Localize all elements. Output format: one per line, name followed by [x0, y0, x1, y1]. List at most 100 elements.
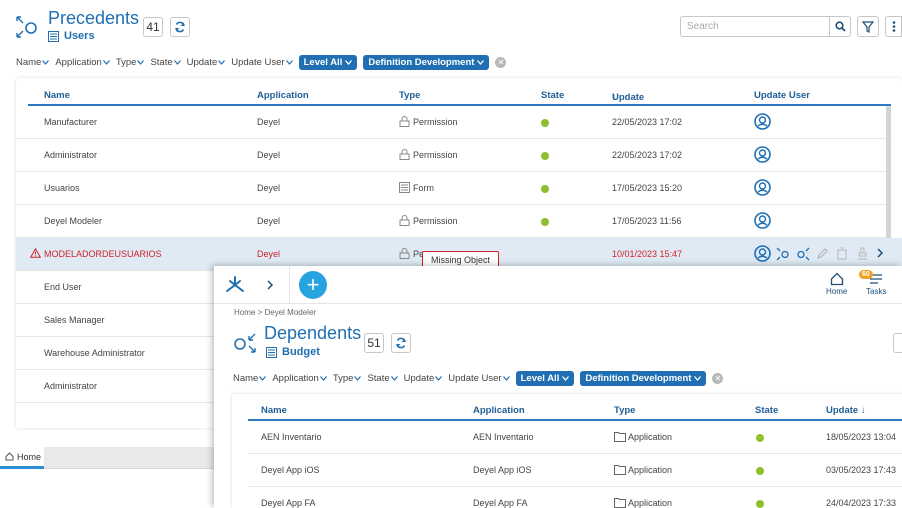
chip-definition[interactable]: Definition Development [363, 55, 490, 70]
row-update: 18/05/2023 13:04 [826, 432, 897, 442]
table-header: Name Application Type State Update ↓ Upd… [28, 88, 891, 106]
table-row[interactable]: AEN Inventario AEN Inventario Applicatio… [248, 421, 902, 454]
nav-home[interactable]: Home [826, 272, 847, 296]
filter-application[interactable]: Application [55, 57, 110, 68]
filter-update-user[interactable]: Update User [231, 57, 293, 68]
filter-update-user[interactable]: Update User [448, 373, 510, 384]
filter-type[interactable]: Type [116, 57, 145, 68]
delete-icon[interactable] [836, 247, 848, 262]
row-update: 22/05/2023 17:02 [612, 150, 683, 160]
form-icon [48, 30, 59, 42]
filter-name[interactable]: Name [233, 373, 267, 384]
breadcrumb-separator: > [257, 308, 263, 317]
export-icon[interactable] [856, 247, 869, 262]
lock-icon [399, 116, 410, 129]
nav-home-label: Home [826, 287, 848, 296]
user-avatar-icon[interactable] [754, 146, 771, 163]
table-row[interactable]: Manufacturer Deyel Permission 22/05/2023… [16, 106, 892, 139]
filter-state[interactable]: State [367, 373, 398, 384]
search-input[interactable]: Search [680, 16, 830, 37]
breadcrumb-home[interactable]: Home [234, 308, 255, 317]
col-update-user[interactable]: Update User [754, 90, 810, 101]
chevron-down-icon [42, 60, 50, 65]
clear-filters-button[interactable]: ✕ [495, 57, 507, 68]
col-application[interactable]: Application [257, 90, 309, 101]
user-avatar-icon[interactable] [754, 113, 771, 130]
row-name: Deyel App FA [261, 498, 316, 508]
row-name: Deyel App iOS [261, 465, 320, 475]
row-update: 22/05/2023 17:02 [612, 117, 683, 127]
more-button[interactable] [885, 16, 902, 37]
filter-name[interactable]: Name [16, 57, 50, 68]
state-active-dot [541, 218, 549, 226]
chevron-right-icon[interactable] [876, 247, 884, 261]
user-avatar-icon[interactable] [754, 179, 771, 196]
row-application: Deyel App FA [473, 498, 528, 508]
row-application: Deyel [257, 183, 281, 193]
row-name: AEN Inventario [261, 432, 322, 442]
chevron-down-icon [435, 376, 443, 381]
chevron-down-icon [102, 60, 110, 65]
filter-button[interactable] [857, 16, 879, 37]
search-input[interactable] [893, 333, 902, 353]
state-active-dot [756, 467, 764, 475]
chip-level[interactable]: Level All [298, 55, 358, 70]
sort-desc-icon: ↓ [612, 92, 617, 103]
table-row[interactable]: Usuarios Deyel Form 17/05/2023 15:20 [16, 172, 892, 205]
table-row[interactable]: Deyel App iOS Deyel App iOS Application … [248, 454, 902, 487]
col-application[interactable]: Application [473, 405, 525, 416]
app-logo-icon[interactable] [224, 274, 246, 296]
row-name: Sales Manager [44, 315, 105, 325]
tab-home[interactable]: Home [0, 447, 44, 469]
count-badge: 41 [143, 17, 163, 37]
row-update: 17/05/2023 11:56 [612, 216, 682, 226]
table-row[interactable]: Deyel Modeler Deyel Permission 17/05/202… [16, 205, 892, 238]
state-active-dot [541, 119, 549, 127]
filter-application[interactable]: Application [272, 373, 327, 384]
chevron-right-icon[interactable] [266, 279, 274, 291]
scrollbar[interactable] [886, 106, 891, 238]
table-row[interactable]: Deyel App FA Deyel App FA Application 24… [248, 487, 902, 508]
row-type: Application [628, 465, 673, 475]
clear-filters-button[interactable]: ✕ [712, 373, 724, 384]
chevron-down-icon [390, 376, 398, 381]
table-row[interactable]: Administrator Deyel Permission 22/05/202… [16, 139, 892, 172]
folder-icon [614, 465, 626, 475]
col-state[interactable]: State [541, 90, 564, 101]
home-icon [830, 272, 843, 286]
chevron-down-icon [259, 376, 267, 381]
chevron-down-icon [477, 60, 485, 65]
refresh-button[interactable] [170, 17, 190, 37]
user-avatar-icon[interactable] [754, 212, 771, 229]
chip-definition[interactable]: Definition Development [580, 371, 707, 386]
user-avatar-icon[interactable] [754, 245, 771, 262]
state-active-dot [756, 434, 764, 442]
chip-level[interactable]: Level All [515, 371, 575, 386]
edit-icon[interactable] [816, 247, 829, 262]
filter-state[interactable]: State [150, 57, 181, 68]
search-button[interactable] [829, 16, 851, 37]
form-icon [399, 182, 410, 195]
row-application: Deyel [257, 249, 281, 259]
subtitle-label: Budget [282, 346, 320, 358]
warning-icon [29, 247, 42, 260]
chevron-down-icon [694, 376, 702, 381]
filter-type[interactable]: Type [333, 373, 362, 384]
col-type[interactable]: Type [399, 90, 420, 101]
filter-update[interactable]: Update [187, 57, 226, 68]
count-badge: 51 [364, 333, 384, 353]
more-icon [892, 21, 895, 32]
breadcrumb-current[interactable]: Deyel Modeler [264, 308, 316, 317]
col-state[interactable]: State [755, 405, 778, 416]
filter-update[interactable]: Update [404, 373, 443, 384]
row-name: Warehouse Administrator [44, 348, 145, 358]
add-button[interactable]: + [299, 271, 327, 299]
col-update[interactable]: Update ↓ [826, 405, 866, 416]
col-name[interactable]: Name [44, 90, 70, 101]
precedents-action-icon[interactable] [776, 247, 790, 263]
refresh-button[interactable] [391, 333, 411, 353]
col-type[interactable]: Type [614, 405, 635, 416]
dependents-subtitle: Budget [266, 346, 320, 358]
col-name[interactable]: Name [261, 405, 287, 416]
dependents-action-icon[interactable] [796, 247, 810, 263]
